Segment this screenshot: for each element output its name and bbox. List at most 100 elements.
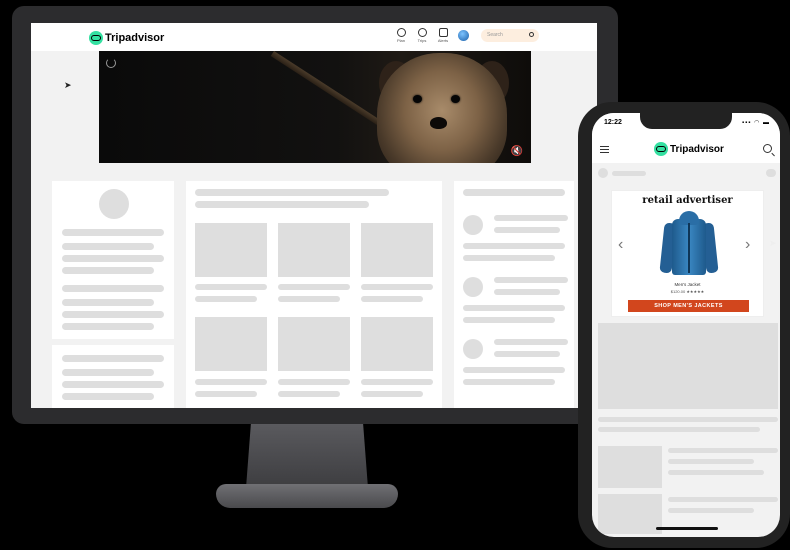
right-card: [454, 181, 574, 408]
phone-notch: [640, 113, 732, 129]
placeholder-line: [668, 448, 778, 453]
speaker-muted-icon[interactable]: 🔇: [511, 147, 523, 157]
chevron-right-icon[interactable]: ›: [745, 237, 750, 253]
placeholder-line: [494, 351, 560, 357]
ad-title: retail advertiser: [642, 195, 733, 206]
owl-logo-icon: [654, 142, 668, 156]
placeholder-line: [195, 189, 389, 196]
dog-eye: [413, 95, 422, 103]
placeholder-line: [361, 296, 423, 302]
placeholder-avatar: [463, 215, 483, 235]
phone-screen: 12:22 ▪▪▪ ◠ ▬ Tripadvisor retail adverti…: [592, 113, 780, 537]
placeholder-line: [361, 379, 433, 385]
placeholder-image: [195, 317, 267, 371]
placeholder-image: [598, 323, 778, 409]
owl-logo-icon: [89, 31, 103, 45]
placeholder-line: [463, 317, 555, 323]
placeholder-line: [612, 171, 646, 176]
placeholder-avatar: [463, 339, 483, 359]
placeholder-image: [195, 223, 267, 277]
placeholder-line: [195, 284, 267, 290]
placeholder-image: [278, 317, 350, 371]
placeholder-avatar: [463, 277, 483, 297]
product-price: $120.00 ★★★★★: [670, 289, 705, 294]
placeholder-line: [494, 215, 568, 221]
placeholder-line: [278, 296, 340, 302]
left-card: [52, 181, 174, 339]
nav-plan[interactable]: Plan: [392, 28, 410, 43]
placeholder-image: [598, 446, 662, 488]
nav-trips[interactable]: Trips: [413, 28, 431, 43]
placeholder-line: [494, 227, 560, 233]
placeholder-line: [598, 427, 760, 432]
placeholder-line: [494, 339, 568, 345]
jacket-zipper: [688, 223, 690, 273]
placeholder-line: [62, 299, 154, 306]
placeholder-line: [62, 393, 154, 400]
brand-name: Tripadvisor: [105, 32, 165, 44]
chevron-left-icon[interactable]: ‹: [618, 237, 623, 253]
monitor-stand-base: [216, 484, 398, 508]
bell-icon: [438, 28, 448, 37]
placeholder-image: [361, 317, 433, 371]
shop-mens-jackets-button[interactable]: SHOP MEN'S JACKETS: [628, 300, 749, 312]
placeholder-image: [598, 494, 662, 534]
placeholder-line: [494, 289, 560, 295]
mouse-pointer-icon: ➤: [769, 238, 777, 248]
nav-alerts[interactable]: Alerts: [434, 28, 452, 43]
home-indicator[interactable]: [656, 527, 718, 530]
placeholder-line: [62, 323, 154, 330]
placeholder-line: [195, 201, 369, 208]
placeholder-line: [62, 311, 164, 318]
plan-icon: [396, 28, 406, 37]
placeholder-image: [361, 223, 433, 277]
desktop-monitor: Tripadvisor Plan Trips Alerts Search 🔇 ➤: [12, 6, 618, 424]
placeholder-line: [62, 255, 164, 262]
placeholder-line: [278, 391, 340, 397]
placeholder-image: [278, 223, 350, 277]
dog-nose: [430, 117, 447, 129]
brand-name: Tripadvisor: [670, 143, 724, 155]
placeholder-line: [668, 497, 778, 502]
placeholder-line: [62, 243, 154, 250]
placeholder-line: [668, 508, 754, 513]
placeholder-icon: [766, 169, 776, 177]
left-card-2: [52, 345, 174, 408]
desktop-header: Tripadvisor Plan Trips Alerts Search: [31, 23, 597, 51]
placeholder-line: [195, 296, 257, 302]
placeholder-line: [62, 285, 164, 292]
status-icons: ▪▪▪ ◠ ▬: [742, 120, 770, 126]
placeholder-line: [278, 284, 350, 290]
search-input[interactable]: Search: [481, 29, 539, 42]
desktop-screen: Tripadvisor Plan Trips Alerts Search 🔇 ➤: [31, 23, 597, 408]
product-name: Men's Jacket: [674, 282, 701, 287]
placeholder-avatar: [598, 168, 608, 178]
jacket-image[interactable]: [659, 211, 719, 277]
placeholder-line: [62, 267, 154, 274]
placeholder-line: [62, 381, 164, 388]
placeholder-line: [668, 459, 754, 464]
placeholder-line: [598, 417, 778, 422]
desktop-logo[interactable]: Tripadvisor: [89, 31, 164, 45]
placeholder-line: [62, 369, 154, 376]
device-mockup: Tripadvisor Plan Trips Alerts Search 🔇 ➤…: [0, 0, 790, 550]
placeholder-line: [195, 391, 257, 397]
middle-card: [186, 181, 442, 408]
search-icon: [529, 32, 534, 37]
menu-icon[interactable]: [600, 146, 609, 153]
phone-logo[interactable]: Tripadvisor: [654, 142, 724, 156]
avatar[interactable]: [458, 30, 469, 41]
heart-icon: [417, 28, 427, 37]
search-icon[interactable]: [763, 144, 772, 153]
hero-video[interactable]: 🔇: [99, 51, 531, 163]
placeholder-avatar: [99, 189, 129, 219]
placeholder-line: [62, 355, 164, 362]
placeholder-line: [463, 367, 565, 373]
placeholder-line: [463, 305, 565, 311]
placeholder-line: [463, 255, 555, 261]
placeholder-line: [463, 189, 565, 196]
ad-card[interactable]: retail advertiser Men's Jacket $120.00 ★…: [611, 190, 764, 317]
search-placeholder: Search: [487, 32, 503, 38]
status-time: 12:22: [604, 119, 622, 126]
phone-header: 12:22 ▪▪▪ ◠ ▬ Tripadvisor: [592, 113, 780, 163]
